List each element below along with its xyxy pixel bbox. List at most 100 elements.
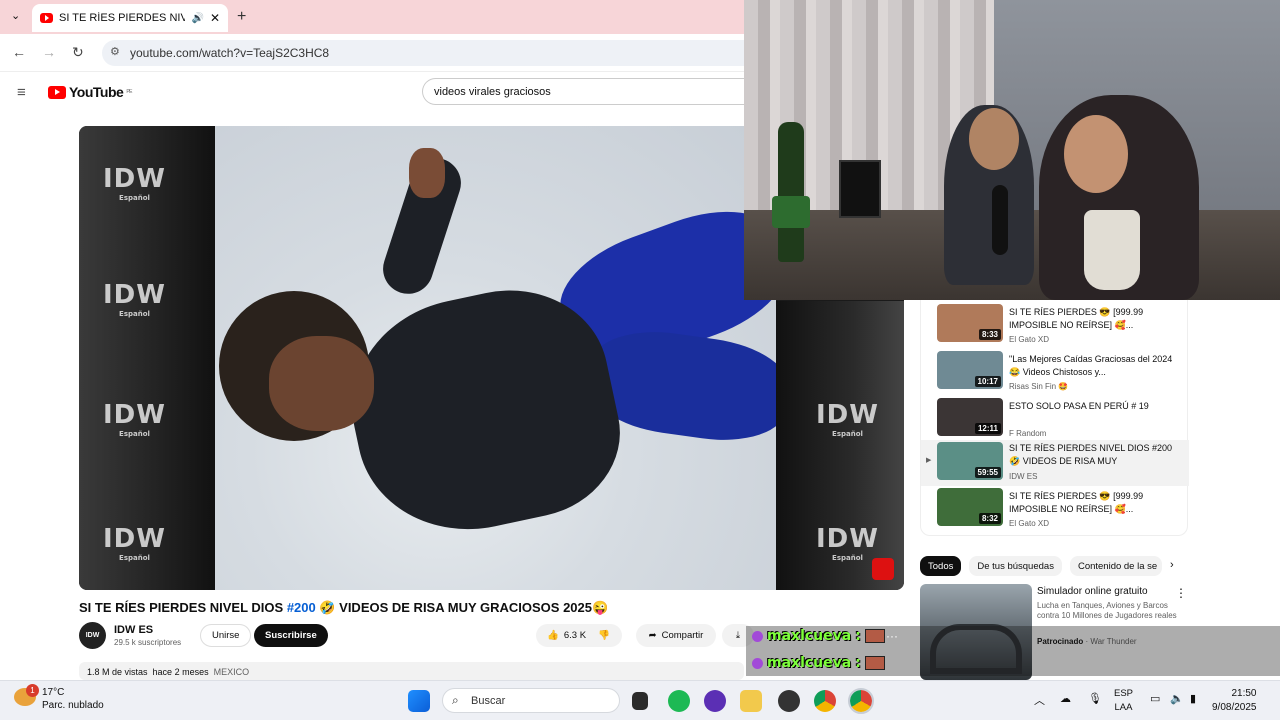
webcam-bottle: [778, 122, 804, 262]
description-box[interactable]: 1.8 M de vistas hace 2 meses MEXICO: [79, 662, 744, 680]
hashtag-link[interactable]: #200: [287, 600, 316, 615]
chip-all[interactable]: Todos: [920, 556, 962, 576]
lang-code: ESP: [1114, 688, 1134, 699]
webcam-person-head: [1064, 115, 1128, 193]
taskbar-search-placeholder: Buscar: [471, 694, 506, 707]
clock-date: 9/08/2025: [1212, 702, 1257, 713]
microphone-icon[interactable]: 🎙: [1088, 692, 1102, 705]
rec-title[interactable]: ESTO SOLO PASA EN PERÚ # 19: [1009, 400, 1181, 413]
rec-thumbnail[interactable]: 8:33: [937, 304, 1003, 342]
weather-condition: Parc. nublado: [42, 700, 104, 711]
lang-layout: LAA: [1114, 702, 1133, 713]
ad-description: Lucha en Tanques, Aviones y Barcos contr…: [1037, 601, 1177, 620]
app-icon[interactable]: [704, 690, 726, 712]
weather-widget[interactable]: 17°C Parc. nublado: [42, 686, 104, 712]
clock[interactable]: 21:50 9/08/2025: [1212, 687, 1257, 715]
video-title: SI TE RÍES PIERDES NIVEL DIOS #200 🤣 VID…: [79, 600, 609, 615]
rec-title[interactable]: "Las Mejores Caídas Graciosas del 2024 😂…: [1009, 353, 1181, 379]
recommendation-item[interactable]: 8:33 SI TE RÍES PIERDES 😎 [999.99 IMPOSI…: [937, 304, 1177, 346]
channel-name[interactable]: IDW ES: [114, 624, 153, 636]
menu-icon[interactable]: ≡: [17, 84, 26, 101]
watermark: IDW Español: [816, 524, 879, 562]
subscribe-button[interactable]: Suscribirse: [254, 624, 328, 647]
spotify-icon[interactable]: [668, 690, 690, 712]
recommendation-item-current[interactable]: ▶ 59:55 SI TE RÍES PIERDES NIVEL DIOS #2…: [921, 440, 1189, 486]
rec-channel[interactable]: F Random: [1009, 429, 1046, 438]
site-info-icon[interactable]: ⚙: [110, 45, 120, 58]
thumbs-up-icon: 👍: [547, 630, 559, 641]
chip-searches[interactable]: De tus búsquedas: [969, 556, 1062, 576]
network-icon[interactable]: ▭: [1150, 692, 1160, 705]
rec-channel[interactable]: El Gato XD: [1009, 335, 1049, 344]
tray-chevron-icon[interactable]: ︿: [1034, 692, 1045, 708]
windows-start-icon[interactable]: [408, 690, 430, 712]
upload-age: hace 2 meses: [152, 667, 209, 677]
subscriber-count: 29.5 k suscriptores: [114, 638, 182, 647]
rec-title[interactable]: SI TE RÍES PIERDES NIVEL DIOS #200 🤣 VID…: [1009, 442, 1181, 468]
tab-audio-icon[interactable]: 🔊: [191, 13, 203, 24]
rec-duration: 12:11: [974, 423, 1001, 434]
search-value: videos virales graciosos: [434, 85, 551, 98]
watermark: IDW Español: [103, 280, 166, 318]
reload-icon[interactable]: ↻: [72, 44, 84, 61]
watermark: IDW Español: [103, 524, 166, 562]
webcam-overlay: [744, 0, 1280, 300]
search-icon: ⌕: [452, 693, 459, 707]
chip-content[interactable]: Contenido de la se: [1069, 556, 1162, 576]
thumbs-down-icon[interactable]: 👎: [598, 630, 610, 641]
chat-emote-icon: [864, 656, 885, 670]
forward-icon[interactable]: →: [42, 44, 56, 60]
rec-thumbnail[interactable]: 10:17: [937, 351, 1003, 389]
youtube-favicon-icon: [40, 13, 53, 23]
recommendation-item[interactable]: 12:11 ESTO SOLO PASA EN PERÚ # 19 F Rand…: [937, 398, 1177, 440]
join-button[interactable]: Unirse: [200, 624, 252, 647]
rec-channel[interactable]: IDW ES: [1009, 472, 1037, 481]
rec-channel[interactable]: El Gato XD: [1009, 519, 1049, 528]
chat-message: maxlcueva:: [752, 628, 885, 644]
webcam-person-head: [969, 108, 1019, 170]
browser-tab[interactable]: SI TE RÍES PIERDES NIVEL D 🔊 ✕: [32, 4, 228, 32]
recommendation-item[interactable]: 10:17 "Las Mejores Caídas Graciosas del …: [937, 351, 1177, 393]
chrome-active-icon[interactable]: [848, 688, 874, 714]
battery-icon[interactable]: ▮: [1190, 692, 1196, 705]
share-button[interactable]: ➦ Compartir: [636, 624, 716, 647]
more-options-icon[interactable]: ⋮: [1175, 586, 1187, 600]
chat-badge-icon: [752, 630, 763, 642]
back-icon[interactable]: ←: [12, 44, 26, 60]
volume-icon[interactable]: 🔈: [1170, 692, 1184, 705]
rec-title[interactable]: SI TE RÍES PIERDES 😎 [999.99 IMPOSIBLE N…: [1009, 490, 1181, 516]
recommendation-item[interactable]: 8:32 SI TE RÍES PIERDES 😎 [999.99 IMPOSI…: [937, 488, 1177, 530]
cloud-icon[interactable]: ☁: [1060, 692, 1071, 705]
language-indicator[interactable]: ESP LAA: [1114, 687, 1133, 715]
tab-close-icon[interactable]: ✕: [210, 11, 220, 25]
chrome-icon[interactable]: [814, 690, 836, 712]
chat-emote-icon: [864, 629, 885, 643]
webcam-glass: [1084, 210, 1140, 290]
chevron-right-icon[interactable]: ›: [1170, 556, 1174, 578]
taskbar-search[interactable]: ⌕ Buscar: [442, 688, 620, 713]
youtube-logo[interactable]: YouTube PE: [48, 84, 132, 100]
weather-temp: 17°C: [42, 687, 65, 698]
recommendations-list: 8:33 SI TE RÍES PIERDES 😎 [999.99 IMPOSI…: [920, 300, 1189, 536]
new-tab-icon[interactable]: +: [237, 8, 246, 26]
rec-channel[interactable]: Risas Sin Fin 🤩: [1009, 382, 1068, 391]
search-input[interactable]: videos virales graciosos: [422, 78, 744, 105]
rec-thumbnail[interactable]: 8:32: [937, 488, 1003, 526]
channel-avatar[interactable]: IDW: [79, 622, 106, 649]
obs-icon[interactable]: [778, 690, 800, 712]
download-icon: ⤓: [735, 630, 741, 641]
clock-time: 21:50: [1231, 688, 1257, 699]
file-explorer-icon[interactable]: [740, 690, 762, 712]
rec-title[interactable]: SI TE RÍES PIERDES 😎 [999.99 IMPOSIBLE N…: [1009, 306, 1181, 332]
rec-thumbnail[interactable]: 59:55: [937, 442, 1003, 480]
address-bar[interactable]: ⚙ youtube.com/watch?v=TeajS2C3HC8: [102, 40, 744, 66]
chat-more-icon[interactable]: ···: [886, 629, 898, 643]
tab-search-chevron-icon[interactable]: ⌄: [11, 9, 20, 22]
location-tag: MEXICO: [213, 667, 250, 677]
rec-thumbnail[interactable]: 12:11: [937, 398, 1003, 436]
ad-title[interactable]: Simulador online gratuito: [1037, 586, 1148, 597]
like-button[interactable]: 👍 6.3 K 👎: [536, 624, 622, 647]
webcam-bottle-label: [772, 196, 810, 228]
task-view-icon[interactable]: [632, 692, 648, 710]
webcam-microphone: [992, 185, 1008, 255]
